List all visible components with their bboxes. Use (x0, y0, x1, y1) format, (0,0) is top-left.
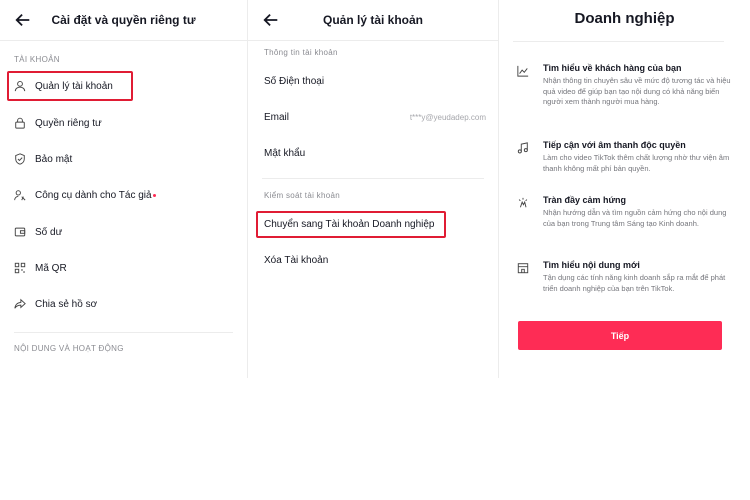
email-value: t***y@yeudadep.com (409, 113, 486, 122)
section-account-label: TÀI KHOẢN (14, 55, 60, 64)
notification-dot (152, 193, 156, 197)
balance-label: Số dư (35, 226, 63, 238)
delete-account-label: Xóa Tài khoản (264, 255, 329, 266)
continue-button[interactable]: Tiếp (518, 321, 722, 350)
feature-know-customers: Tìm hiểu về khách hàng của bạn Nhận thôn… (517, 63, 732, 108)
highlight-box (256, 211, 446, 238)
feature-exclusive-sounds: Tiếp cận với âm thanh độc quyền Làm cho … (517, 140, 732, 174)
manage-account-title: Quản lý tài khoản (322, 13, 424, 27)
share-profile-label: Chia sẻ hồ sơ (35, 298, 98, 310)
feature-new-content: Tìm hiểu nội dung mới Tận dụng các tính … (517, 260, 732, 294)
menu-item-qr-code[interactable]: Mã QR (14, 257, 67, 279)
menu-item-share-profile[interactable]: Chia sẻ hồ sơ (14, 293, 97, 315)
share-icon (14, 298, 26, 309)
feature-title: Tìm hiểu nội dung mới (543, 260, 640, 270)
privacy-label: Quyền riêng tư (35, 117, 102, 129)
shield-icon (15, 153, 25, 165)
chart-icon (517, 65, 529, 77)
phone-number-row[interactable]: Số Điện thoại (264, 76, 324, 87)
business-panel: Doanh nghiệp Tìm hiểu về khách hàng của … (499, 0, 750, 378)
password-label: Mật khẩu (264, 148, 306, 159)
manage-account-panel: Quản lý tài khoản Thông tin tài khoản Số… (248, 0, 498, 378)
qr-code-icon (14, 262, 26, 274)
feature-title: Tìm hiểu về khách hàng của bạn (543, 63, 682, 73)
business-title: Doanh nghiệp (574, 10, 675, 27)
settings-header: Cài đặt và quyền riêng tư (0, 0, 247, 41)
feature-description: Tận dụng các tính năng kinh doanh sắp ra… (543, 273, 726, 293)
highlight-box (7, 71, 133, 101)
section-account-info-label: Thông tin tài khoản (264, 48, 338, 57)
wallet-icon (14, 227, 26, 237)
feature-description: Làm cho video TikTok thêm chất lượng nhờ… (543, 153, 730, 173)
feature-description: Nhận hướng dẫn và tìm nguồn cảm hứng cho… (543, 208, 727, 228)
phone-label: Số Điện thoại (264, 76, 325, 87)
inspiration-icon (518, 197, 528, 208)
music-note-icon (517, 142, 528, 154)
creator-tools-icon (14, 190, 26, 201)
creator-tools-label: Công cụ dành cho Tác giả (35, 189, 152, 201)
menu-item-creator-tools[interactable]: Công cụ dành cho Tác giả (14, 184, 156, 206)
header-divider (513, 41, 724, 42)
qr-code-label: Mã QR (35, 262, 67, 274)
settings-privacy-panel: Cài đặt và quyền riêng tư TÀI KHOẢN Quản… (0, 0, 247, 378)
store-icon (517, 263, 529, 274)
password-row[interactable]: Mật khẩu (264, 148, 305, 159)
section-divider (262, 178, 484, 179)
section-account-control-label: Kiểm soát tài khoản (264, 191, 340, 200)
email-row[interactable]: Email t***y@yeudadep.com (264, 112, 486, 123)
feature-title: Tràn đầy cảm hứng (543, 195, 627, 205)
feature-title: Tiếp cận với âm thanh độc quyền (543, 140, 686, 150)
manage-account-header: Quản lý tài khoản (248, 0, 498, 41)
settings-title: Cài đặt và quyền riêng tư (51, 13, 196, 27)
menu-item-balance[interactable]: Số dư (14, 221, 62, 243)
feature-description: Nhận thông tin chuyên sâu về mức độ tươn… (543, 76, 731, 106)
section-divider (14, 332, 233, 333)
lock-icon (15, 117, 25, 129)
security-label: Bảo mật (35, 153, 73, 165)
menu-item-privacy[interactable]: Quyền riêng tư (14, 112, 102, 134)
feature-inspiration: Tràn đầy cảm hứng Nhận hướng dẫn và tìm … (517, 195, 732, 229)
email-label: Email (264, 112, 290, 123)
menu-item-security[interactable]: Bảo mật (14, 148, 72, 170)
section-content-label: NỘI DUNG VÀ HOẠT ĐỘNG (14, 344, 124, 353)
delete-account-row[interactable]: Xóa Tài khoản (264, 255, 328, 266)
